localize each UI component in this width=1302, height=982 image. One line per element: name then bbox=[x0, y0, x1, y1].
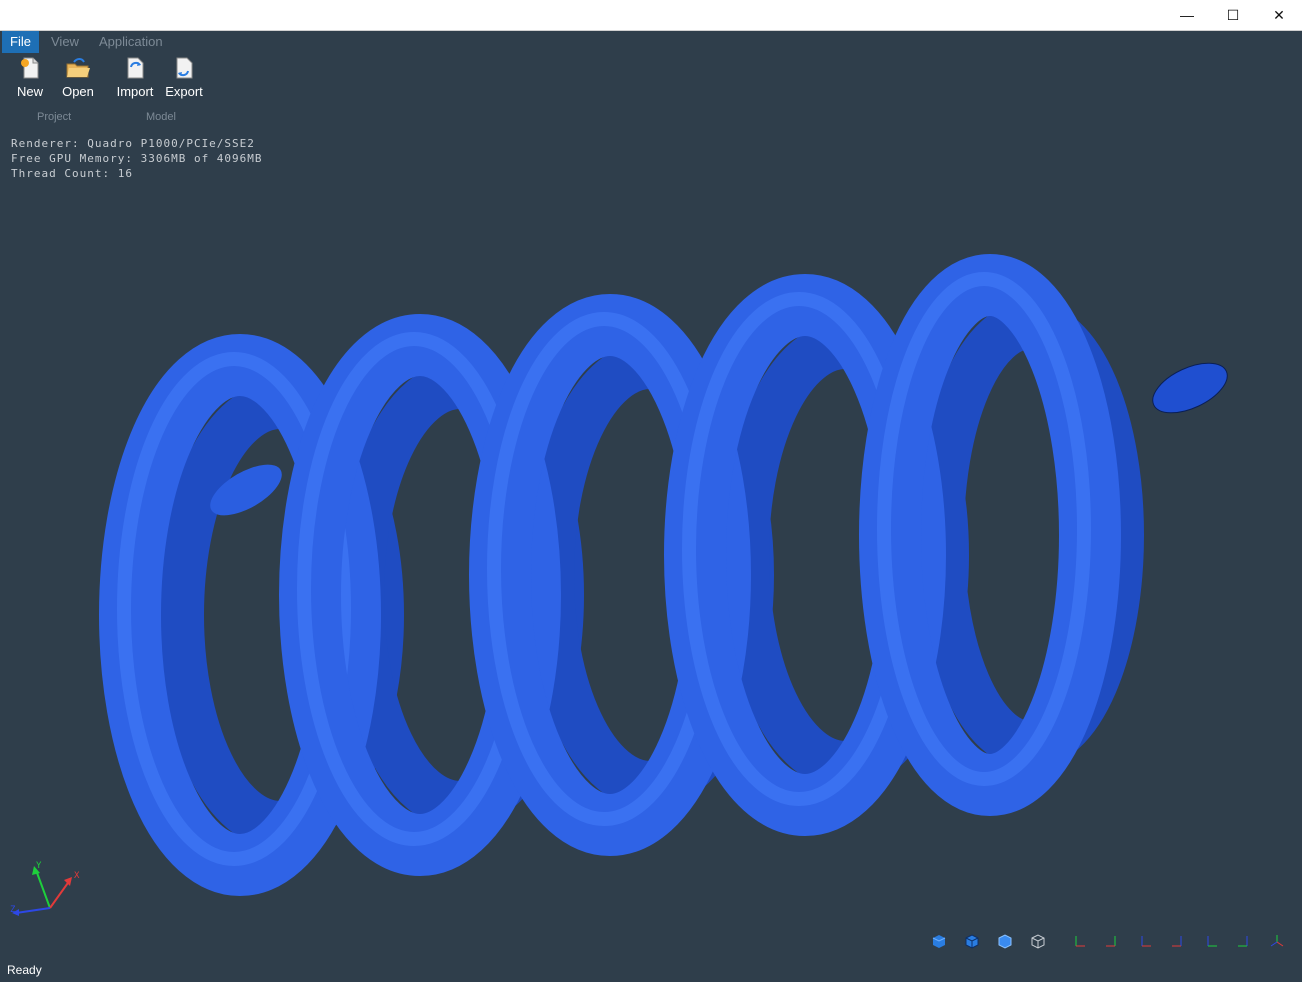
axis-triad: Y X Z bbox=[10, 861, 80, 916]
renderer-info: Renderer: Quadro P1000/PCIe/SSE2 Free GP… bbox=[11, 136, 263, 181]
maximize-button[interactable]: ☐ bbox=[1210, 0, 1256, 30]
x-axis-arrow bbox=[64, 877, 72, 886]
x-axis-line bbox=[49, 879, 71, 909]
shaded-cube-icon[interactable] bbox=[996, 932, 1014, 950]
import-icon bbox=[127, 57, 144, 79]
shaded-icon[interactable] bbox=[930, 932, 948, 950]
view-top-icon[interactable] bbox=[1136, 932, 1154, 950]
renderer-line: Renderer: Quadro P1000/PCIe/SSE2 bbox=[11, 137, 255, 150]
view-back-icon[interactable] bbox=[1103, 932, 1121, 950]
title-bar: — ☐ ✕ bbox=[0, 0, 1302, 31]
new-button[interactable]: New bbox=[7, 55, 53, 101]
z-axis-label: Z bbox=[10, 905, 16, 915]
export-button[interactable]: Export bbox=[161, 55, 207, 101]
maximize-icon: ☐ bbox=[1226, 6, 1240, 23]
view-left-icon[interactable] bbox=[1202, 932, 1220, 950]
shaded-edges-icon[interactable] bbox=[963, 932, 981, 950]
thread-count-line: Thread Count: 16 bbox=[11, 167, 133, 180]
gpu-memory-line: Free GPU Memory: 3306MB of 4096MB bbox=[11, 152, 263, 165]
group-label-model: Model bbox=[146, 111, 176, 123]
new-label: New bbox=[16, 84, 43, 99]
group-label-project: Project bbox=[37, 111, 72, 123]
status-text: Ready bbox=[7, 963, 42, 977]
menu-bar: File View Application bbox=[0, 31, 1302, 53]
menu-file[interactable]: File bbox=[2, 31, 39, 53]
view-iso-icon[interactable] bbox=[1268, 932, 1286, 950]
close-icon: ✕ bbox=[1273, 6, 1285, 23]
view-bottom-icon[interactable] bbox=[1169, 932, 1187, 950]
wireframe-icon[interactable] bbox=[1029, 932, 1047, 950]
x-axis-label: X bbox=[74, 871, 80, 881]
import-label: Import bbox=[116, 84, 154, 99]
close-button[interactable]: ✕ bbox=[1256, 0, 1302, 30]
menu-application[interactable]: Application bbox=[91, 31, 171, 53]
export-label: Export bbox=[165, 84, 203, 99]
spring-model bbox=[99, 254, 1228, 896]
new-file-icon bbox=[21, 57, 39, 79]
spring-end-cap bbox=[1152, 362, 1228, 414]
minimize-icon: — bbox=[1180, 7, 1194, 23]
minimize-button[interactable]: — bbox=[1164, 0, 1210, 30]
open-button[interactable]: Open bbox=[55, 55, 101, 101]
menu-view[interactable]: View bbox=[43, 31, 87, 53]
open-label: Open bbox=[62, 84, 94, 99]
status-bar: Ready bbox=[0, 960, 1302, 982]
y-axis-line bbox=[35, 869, 51, 909]
y-axis-label: Y bbox=[36, 861, 42, 871]
import-button[interactable]: Import bbox=[112, 55, 158, 101]
view-right-icon[interactable] bbox=[1235, 932, 1253, 950]
export-icon bbox=[176, 57, 193, 79]
open-folder-icon bbox=[66, 58, 90, 78]
view-front-icon[interactable] bbox=[1070, 932, 1088, 950]
z-axis-line bbox=[15, 907, 51, 914]
